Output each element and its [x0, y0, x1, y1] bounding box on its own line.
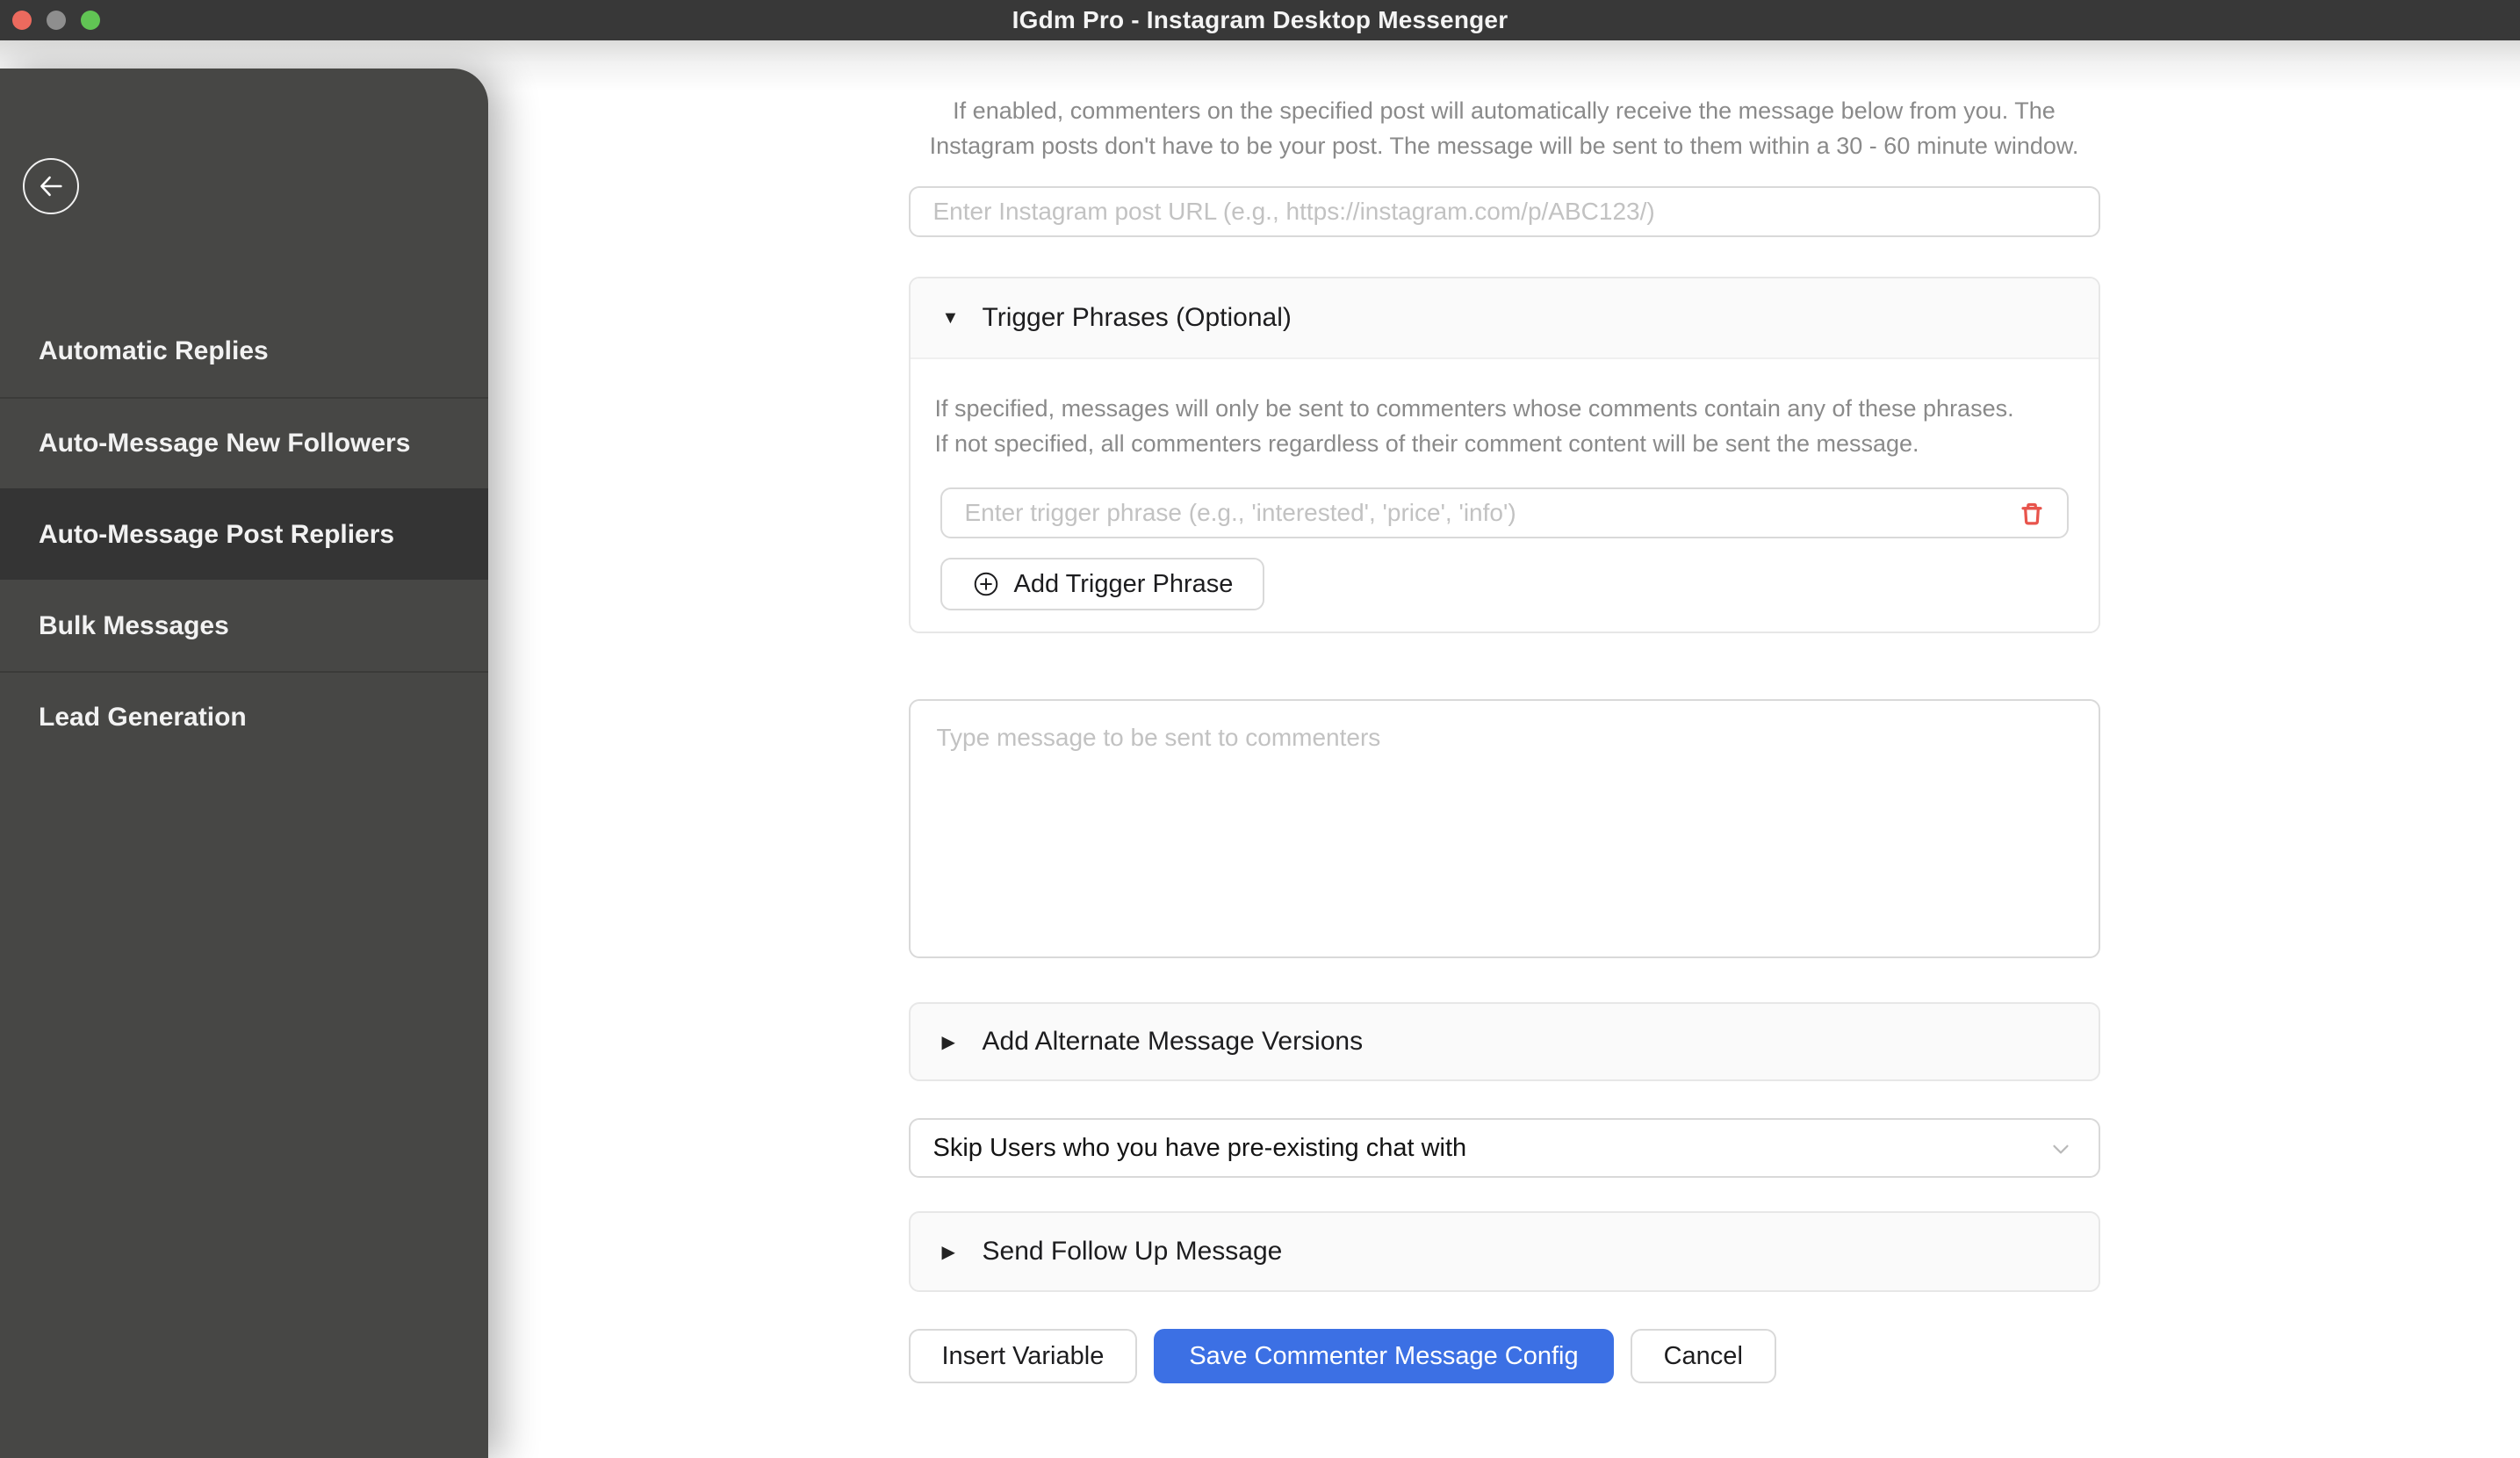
add-trigger-phrase-button[interactable]: Add Trigger Phrase — [940, 558, 1265, 610]
expand-triangle-icon: ▶ — [941, 1242, 955, 1262]
chevron-down-icon — [2048, 1136, 2074, 1169]
follow-up-title: Send Follow Up Message — [982, 1237, 1283, 1266]
alternate-messages-section-header[interactable]: ▶ Add Alternate Message Versions — [908, 1002, 2100, 1081]
zoom-window-button[interactable] — [81, 11, 100, 30]
footer-actions: Insert Variable Save Commenter Message C… — [908, 1329, 2100, 1383]
sidebar-item-label: Automatic Replies — [39, 336, 269, 365]
trigger-phrases-section: ▼ Trigger Phrases (Optional) If specifie… — [908, 277, 2100, 633]
sidebar-item-auto-message-post-repliers[interactable]: Auto-Message Post Repliers — [0, 488, 488, 580]
window-titlebar: IGdm Pro - Instagram Desktop Messenger — [0, 0, 2520, 40]
skip-users-dropdown[interactable]: Skip Users who you have pre-existing cha… — [908, 1118, 2100, 1178]
intro-text: If enabled, commenters on the specified … — [929, 97, 2079, 159]
traffic-lights — [12, 0, 100, 40]
trigger-phrase-row — [940, 487, 2069, 538]
minimize-window-button[interactable] — [47, 11, 66, 30]
sidebar-item-label: Auto-Message New Followers — [39, 429, 411, 458]
trigger-phrases-header[interactable]: ▼ Trigger Phrases (Optional) — [910, 278, 2099, 357]
trash-icon — [2017, 499, 2047, 531]
cancel-button[interactable]: Cancel — [1630, 1329, 1776, 1383]
plus-circle-icon — [972, 570, 1000, 598]
close-window-button[interactable] — [12, 11, 32, 30]
collapse-triangle-icon: ▼ — [941, 307, 960, 328]
sidebar-item-label: Bulk Messages — [39, 611, 229, 640]
post-url-input[interactable] — [908, 186, 2100, 237]
main-content: If enabled, commenters on the specified … — [488, 40, 2520, 1458]
sidebar-item-bulk-messages[interactable]: Bulk Messages — [0, 580, 488, 671]
trigger-phrase-input[interactable] — [940, 487, 2069, 538]
sidebar-item-label: Auto-Message Post Repliers — [39, 520, 395, 549]
save-commenter-message-config-button[interactable]: Save Commenter Message Config — [1154, 1329, 1614, 1383]
trigger-phrases-body: If specified, messages will only be sent… — [910, 357, 2099, 632]
expand-triangle-icon: ▶ — [941, 1032, 955, 1052]
insert-variable-button[interactable]: Insert Variable — [908, 1329, 1138, 1383]
sidebar-item-lead-generation[interactable]: Lead Generation — [0, 671, 488, 762]
back-button[interactable] — [23, 158, 79, 214]
sidebar-nav: Automatic Replies Auto-Message New Follo… — [0, 306, 488, 762]
trigger-phrases-description: If specified, messages will only be sent… — [934, 395, 2014, 457]
sidebar-item-auto-message-new-followers[interactable]: Auto-Message New Followers — [0, 397, 488, 488]
follow-up-section-header[interactable]: ▶ Send Follow Up Message — [908, 1211, 2100, 1292]
window-title: IGdm Pro - Instagram Desktop Messenger — [1012, 6, 1508, 33]
left-arrow-icon — [36, 171, 66, 201]
sidebar-item-label: Lead Generation — [39, 703, 247, 732]
delete-trigger-phrase-button[interactable] — [2016, 499, 2048, 531]
trigger-phrases-title: Trigger Phrases (Optional) — [982, 303, 1292, 332]
skip-users-dropdown-value: Skip Users who you have pre-existing cha… — [932, 1133, 1467, 1162]
sidebar-item-automatic-replies[interactable]: Automatic Replies — [0, 306, 488, 397]
sidebar: Automatic Replies Auto-Message New Follo… — [0, 69, 488, 1458]
add-trigger-phrase-label: Add Trigger Phrase — [1013, 569, 1234, 598]
commenter-message-textarea[interactable] — [908, 699, 2100, 958]
alternate-messages-title: Add Alternate Message Versions — [982, 1027, 1364, 1056]
